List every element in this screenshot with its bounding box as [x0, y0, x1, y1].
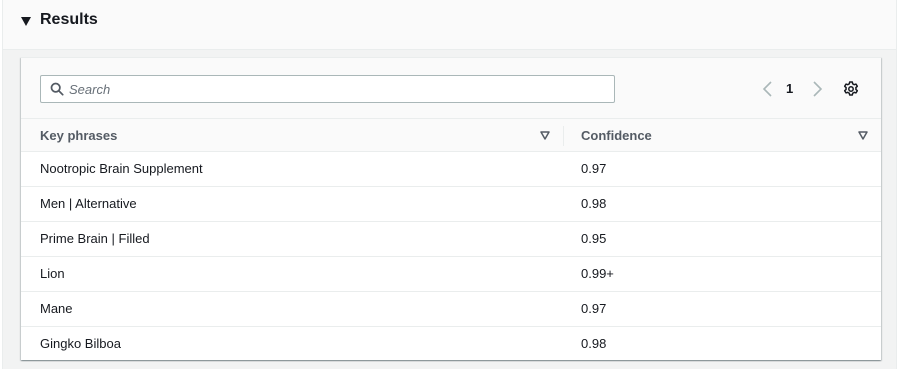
- key-phrase-cell: Nootropic Brain Supplement: [40, 161, 203, 176]
- results-panel: Results 1 Ke: [2, 0, 897, 369]
- chevron-right-icon[interactable]: [810, 80, 824, 98]
- confidence-cell: 0.98: [581, 336, 607, 351]
- search-icon: [50, 82, 64, 96]
- confidence-cell: 0.97: [581, 161, 607, 176]
- caret-down-icon[interactable]: [21, 17, 31, 26]
- confidence-cell: 0.97: [581, 301, 607, 316]
- gear-icon[interactable]: [843, 81, 859, 97]
- results-title: Results: [40, 11, 98, 28]
- key-phrase-cell: Men | Alternative: [40, 196, 137, 211]
- confidence-cell: 0.95: [581, 231, 607, 246]
- sort-caret-icon: [540, 131, 550, 140]
- pagination-page-1[interactable]: 1: [786, 81, 793, 96]
- key-phrase-cell: Lion: [40, 266, 65, 281]
- key-phrase-cell: Mane: [40, 301, 73, 316]
- key-phrase-cell: Gingko Bilboa: [40, 336, 121, 351]
- key-phrase-cell: Prime Brain | Filled: [40, 231, 150, 246]
- confidence-cell: 0.98: [581, 196, 607, 211]
- table-row: Prime Brain | Filled 0.95: [21, 222, 881, 257]
- column-header-key-phrases[interactable]: Key phrases: [40, 119, 550, 152]
- search-box[interactable]: [40, 75, 615, 103]
- results-table-container: 1 Key phrases Confidence: [21, 57, 881, 360]
- column-header-label: Key phrases: [40, 128, 118, 143]
- column-divider[interactable]: [563, 126, 564, 146]
- table-row: Men | Alternative 0.98: [21, 187, 881, 222]
- table-row: Nootropic Brain Supplement 0.97: [21, 152, 881, 187]
- table-row: Lion 0.99+: [21, 257, 881, 292]
- table-toolbar: 1: [21, 58, 881, 118]
- column-header-label: Confidence: [581, 128, 652, 143]
- table-header: Key phrases Confidence: [21, 118, 881, 152]
- sort-caret-icon: [858, 131, 868, 140]
- search-input[interactable]: [69, 76, 609, 102]
- confidence-cell: 0.99+: [581, 266, 614, 281]
- table-row: Mane 0.97: [21, 292, 881, 327]
- column-header-confidence[interactable]: Confidence: [581, 119, 871, 152]
- results-header[interactable]: Results: [3, 0, 896, 50]
- chevron-left-icon[interactable]: [761, 80, 775, 98]
- table-row: Gingko Bilboa 0.98: [21, 327, 881, 362]
